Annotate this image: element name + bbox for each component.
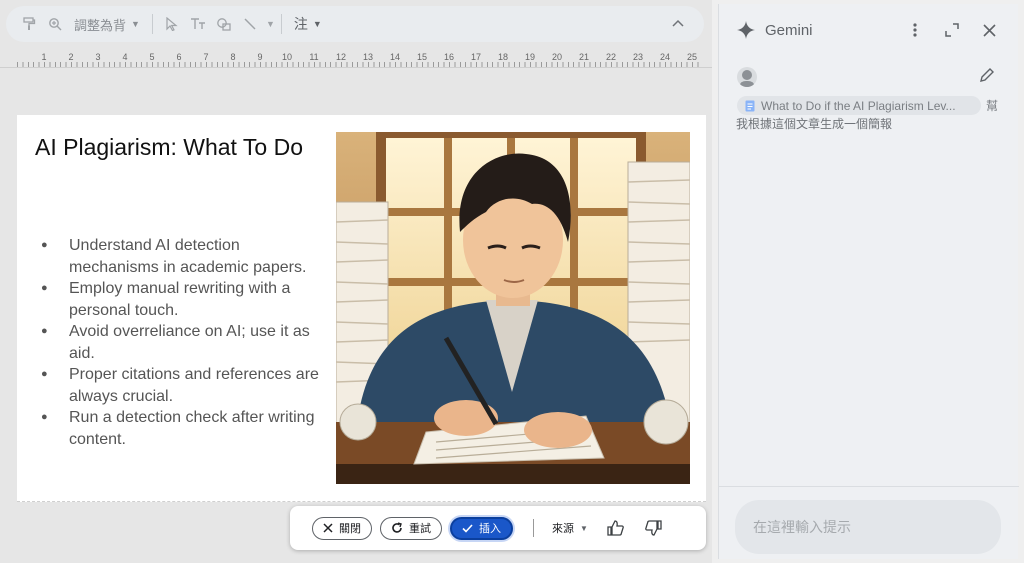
paint-format-icon[interactable] [16,12,42,36]
ruler-number: 9 [257,52,263,62]
ruler-number: 25 [686,52,698,62]
ruler-number: 5 [149,52,155,62]
ruler-number: 4 [122,52,128,62]
edit-pencil-icon[interactable] [979,67,995,83]
ruler-number: 19 [524,52,536,62]
input-divider [719,486,1019,487]
ruler-number: 17 [470,52,482,62]
prompt-prefix-text: 幫 [986,99,999,113]
prompt-input[interactable]: 在這裡輸入提示 [735,500,1001,554]
gemini-title: Gemini [765,21,813,39]
text-box-icon[interactable] [185,12,211,36]
chevron-down-icon: ▼ [131,19,140,29]
ruler-number: 16 [443,52,455,62]
more-options-icon[interactable] [906,21,924,39]
gemini-side-panel: Gemini What to Do if the AI Plagiarism L… [718,4,1019,559]
slide-bullet-item[interactable]: Run a detection check after writing cont… [39,407,329,450]
ruler-number: 13 [362,52,374,62]
ruler-number: 21 [578,52,590,62]
user-prompt-text: 我根據這個文章生成一個簡報 [736,117,893,131]
line-chevron-down-icon[interactable]: ▼ [266,19,275,29]
line-icon[interactable] [237,12,263,36]
attached-document-chip[interactable]: What to Do if the AI Plagiarism Lev... [737,96,981,115]
action-bar-divider [533,519,534,537]
ruler-number: 22 [605,52,617,62]
ruler-number: 15 [416,52,428,62]
ruler-number: 12 [335,52,347,62]
shape-icon[interactable] [211,12,237,36]
ruler-divider [0,67,712,68]
ruler-number: 6 [176,52,182,62]
check-icon [462,523,473,533]
source-dropdown-label: 來源 [552,523,574,535]
ruler-number: 24 [659,52,671,62]
ruler-number: 11 [309,52,319,62]
ruler-number: 3 [95,52,101,62]
chevron-down-icon: ▼ [580,523,588,533]
thumbs-up-icon[interactable] [606,518,626,538]
ruler-number: 8 [230,52,236,62]
retry-button-label: 重試 [409,523,431,535]
ai-result-action-bar: 關閉 重試 插入 來源 ▼ [290,506,706,550]
refresh-icon [392,522,402,533]
ruler-number: 18 [497,52,509,62]
ruler-number: 23 [632,52,644,62]
editor-toolbar: 調整為背 ▼ ▼ 注 ▼ [6,6,704,42]
ruler-number: 14 [389,52,401,62]
gemini-sparkle-icon [737,21,755,39]
close-icon [323,523,333,533]
slide-bullet-item[interactable]: Proper citations and references are alwa… [39,364,329,407]
thumbs-down-icon[interactable] [644,518,664,538]
slide-title[interactable]: AI Plagiarism: What To Do [35,133,325,162]
chevron-up-icon[interactable] [672,14,684,30]
ruler-number: 7 [203,52,209,62]
chevron-down-icon: ▼ [312,19,322,29]
doc-icon [745,100,755,111]
expand-icon[interactable] [943,21,961,39]
close-button-label: 關閉 [339,523,361,535]
comment-select-label: 注 [293,16,308,32]
zoom-icon[interactable] [42,12,68,36]
horizontal-ruler: 1 2 3 4 5 6 7 8 9 10 11 12 13 14 15 16 17 18 19 20 21 22 23 24 2… [0,48,712,68]
prompt-input-placeholder: 在這裡輸入提示 [753,519,851,535]
background-select[interactable]: 調整為背 ▼ [68,15,146,34]
toolbar-divider [151,14,153,34]
ruler-number: 10 [281,52,293,62]
slide-bullet-item[interactable]: Understand AI detection mechanisms in ac… [39,235,329,278]
attached-document-title: What to Do if the AI Plagiarism Lev... [761,98,956,113]
insert-button[interactable]: 插入 [450,516,513,540]
select-cursor-icon[interactable] [159,12,185,36]
user-avatar [737,67,757,87]
insert-button-label: 插入 [479,523,501,535]
source-dropdown[interactable]: 來源 ▼ [552,520,588,536]
retry-button[interactable]: 重試 [380,516,442,540]
gemini-header: Gemini [719,4,1019,56]
slides-editor: 調整為背 ▼ ▼ 注 ▼ 1 2 3 4 5 6 7 8 9 10 11 12 13 14 15 16 17 18 19… [0,0,712,563]
ruler-number: 20 [551,52,563,62]
slide-bullet-item[interactable]: Avoid overreliance on AI; use it as aid. [39,321,329,364]
ruler-number: 1 [41,52,47,62]
toolbar-divider [280,14,282,34]
close-button[interactable]: 關閉 [312,516,372,540]
ruler-number: 2 [68,52,74,62]
slide-bullet-item[interactable]: Employ manual rewriting with a personal … [39,278,329,321]
background-select-label: 調整為背 [74,17,127,33]
slide-illustration[interactable] [336,132,690,484]
slide-bullet-list[interactable]: Understand AI detection mechanisms in ac… [39,235,329,450]
close-panel-icon[interactable] [980,21,998,39]
comment-select[interactable]: 注 ▼ [288,14,328,34]
slide-canvas[interactable]: AI Plagiarism: What To Do Understand AI … [17,115,706,502]
